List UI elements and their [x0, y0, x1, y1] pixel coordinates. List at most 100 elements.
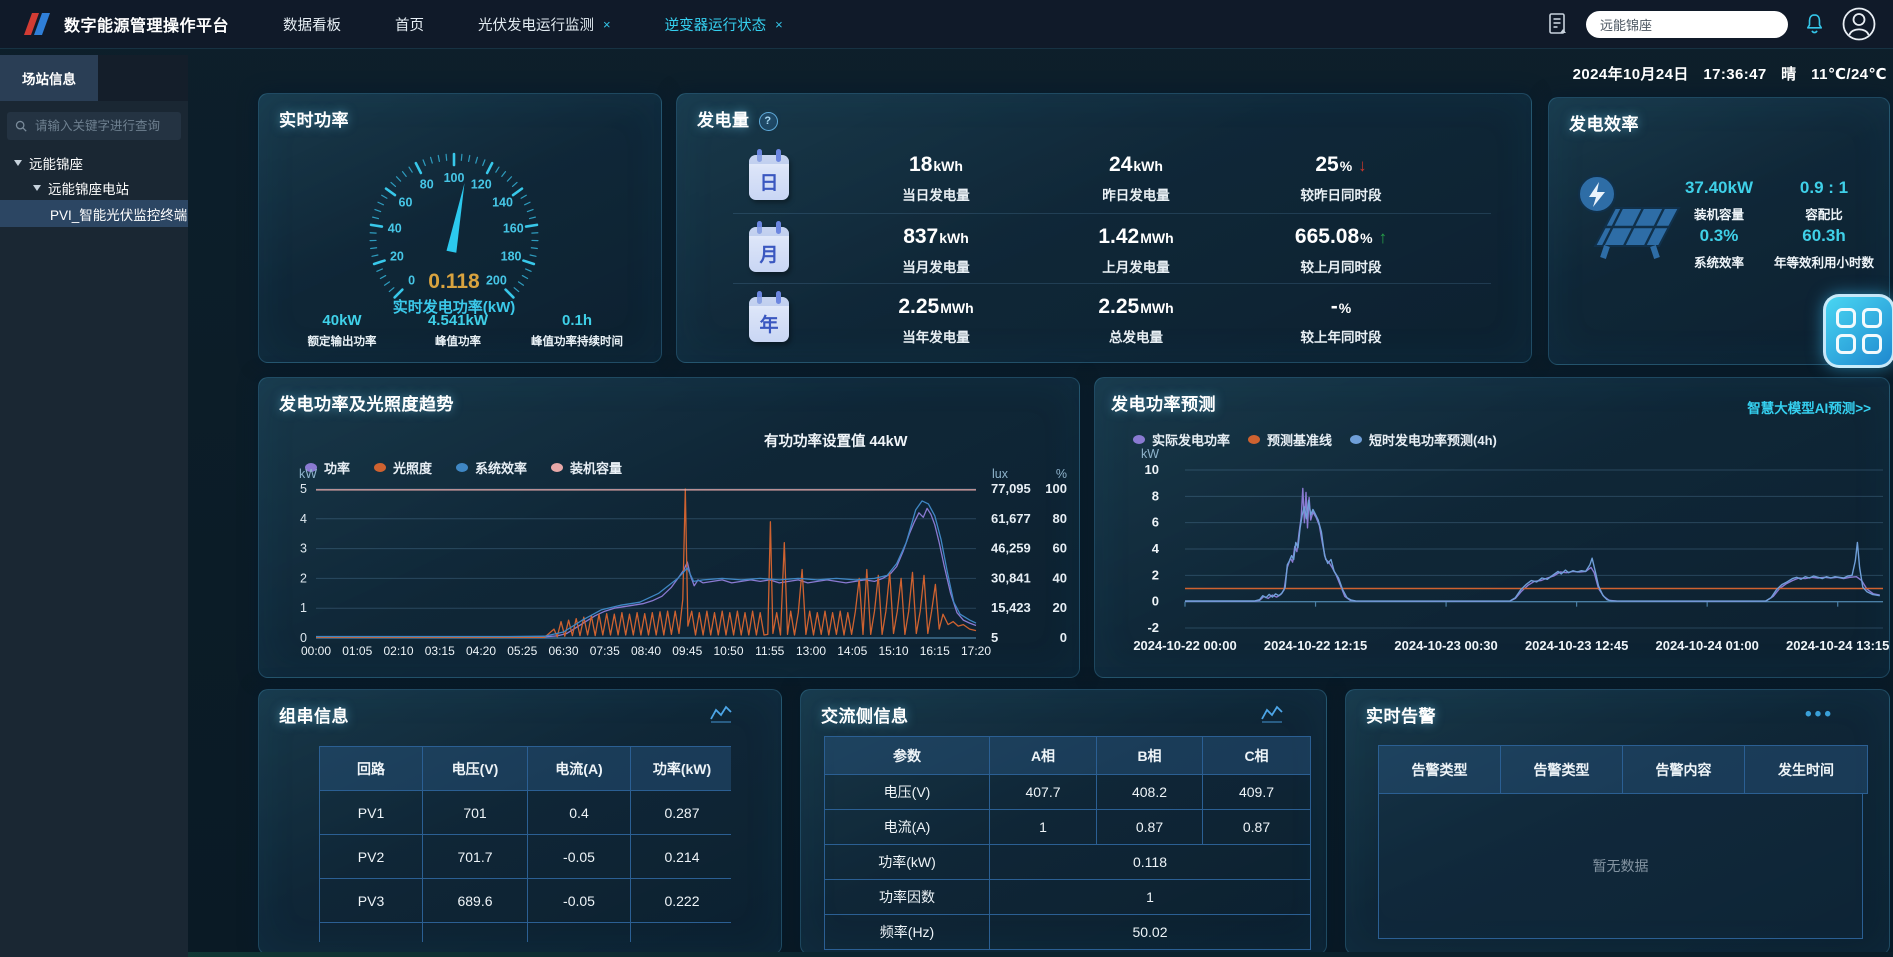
bell-icon[interactable] — [1803, 12, 1826, 37]
svg-text:100: 100 — [444, 171, 465, 185]
sidebar-search — [7, 112, 181, 140]
gauge-value: 0.118 — [369, 270, 539, 294]
svg-text:8: 8 — [1152, 488, 1159, 503]
tab-inverter-status-label: 逆变器运行状态 — [665, 14, 767, 35]
station-tree: 远能锦座 远能锦座电站 PVI_智能光伏监控终端 — [0, 150, 188, 227]
help-icon[interactable]: ? — [759, 112, 778, 131]
cell: 407.7 — [990, 775, 1097, 810]
line-chart-icon[interactable] — [1260, 703, 1284, 728]
more-options-icon[interactable]: ••• — [1805, 704, 1834, 726]
app-grid-button[interactable] — [1823, 294, 1893, 368]
gen-unit: MWh — [940, 300, 973, 316]
stat-value: 60.3h — [1749, 226, 1890, 246]
grid-square-icon — [1836, 308, 1856, 328]
line-chart-icon[interactable] — [709, 703, 733, 728]
string-table-wrap: 回路 电压(V) 电流(A) 功率(kW) PV17010.40.287 PV2… — [319, 746, 731, 942]
sidebar-tab-station-info[interactable]: 场站信息 — [0, 55, 98, 101]
tree-node-plant[interactable]: 远能锦座电站 — [0, 175, 188, 200]
stat-value: 0.1h — [502, 312, 652, 329]
panel-title: 交流侧信息 — [821, 702, 909, 727]
user-avatar[interactable] — [1841, 6, 1877, 42]
svg-text:20: 20 — [1053, 600, 1067, 615]
ac-table: 参数 A相 B相 C相 电压(V)407.7408.2409.7 电流(A)10… — [824, 736, 1311, 950]
grid-square-icon — [1862, 334, 1882, 354]
search-icon — [15, 119, 27, 133]
sidebar-search-input[interactable] — [33, 118, 173, 134]
svg-text:80: 80 — [420, 178, 434, 192]
svg-text:40: 40 — [1053, 570, 1067, 585]
svg-text:20: 20 — [390, 250, 404, 264]
svg-text:03:15: 03:15 — [425, 644, 455, 658]
gen-value: 1.42 — [1098, 225, 1139, 248]
trend-down-arrow: ↓ — [1358, 156, 1367, 175]
tab-close-icon[interactable]: × — [775, 17, 783, 32]
svg-text:60: 60 — [399, 196, 413, 210]
table-row: 功率因数1 — [825, 880, 1311, 915]
gen-unit: MWh — [1140, 230, 1173, 246]
cell: 689.6 — [423, 879, 528, 923]
app-logo-icon — [20, 10, 54, 38]
svg-text:4: 4 — [1152, 541, 1160, 556]
alarm-table-header: 告警类型 告警类型 告警内容 发生时间 — [1378, 745, 1868, 794]
tab-inverter-status[interactable]: 逆变器运行状态 × — [665, 14, 783, 35]
svg-text:15:10: 15:10 — [878, 644, 908, 658]
svg-text:16:15: 16:15 — [920, 644, 950, 658]
tree-node-station-group[interactable]: 远能锦座 — [0, 150, 188, 175]
panel-title: 发电量? — [697, 106, 778, 131]
tree-node-label: 远能锦座 — [29, 153, 83, 173]
svg-text:77,095: 77,095 — [991, 481, 1031, 496]
cell: 0.4 — [528, 791, 631, 835]
cell — [320, 923, 423, 943]
cell: 701 — [423, 791, 528, 835]
cell: 0.87 — [1203, 810, 1311, 845]
sidebar-tabs: 场站信息 — [0, 55, 188, 101]
tree-node-pv-terminal[interactable]: PVI_智能光伏监控终端 — [0, 200, 188, 227]
panel-ac-side-info: 交流侧信息 参数 A相 B相 C相 电压(V)407.7408.2409.7 电… — [800, 689, 1327, 955]
tab-pv-monitoring[interactable]: 光伏发电运行监测 × — [478, 14, 611, 35]
svg-text:160: 160 — [503, 222, 524, 236]
forecast-chart: 1086420-2kW2024-10-22 00:002024-10-22 12… — [1095, 378, 1889, 677]
gen-value: 24 — [1109, 153, 1132, 176]
panel-power-irradiance-trend: 发电功率及光照度趋势 有功功率设置值 44kW 功率光照度系统效率装机容量 57… — [258, 377, 1080, 678]
menu-home[interactable]: 首页 — [395, 14, 424, 35]
app-title: 数字能源管理操作平台 — [64, 12, 229, 36]
svg-text:07:35: 07:35 — [590, 644, 620, 658]
table-row: 电流(A)10.870.87 — [825, 810, 1311, 845]
svg-text:5: 5 — [991, 630, 998, 645]
col-header: C相 — [1203, 737, 1311, 775]
gen-value: 2.25 — [1098, 295, 1139, 318]
cell: 0.287 — [631, 791, 732, 835]
grid-square-icon — [1862, 308, 1882, 328]
menu-data-board[interactable]: 数据看板 — [283, 14, 341, 35]
calendar-day-icon: 日 — [749, 155, 789, 200]
svg-text:2024-10-24 01:00: 2024-10-24 01:00 — [1655, 638, 1758, 653]
status-temp: 11℃/24℃ — [1811, 66, 1887, 83]
gen-unit: kWh — [1133, 158, 1163, 174]
svg-text:0: 0 — [300, 631, 307, 645]
grid-square-icon — [1836, 334, 1856, 354]
svg-text:0: 0 — [1152, 594, 1159, 609]
col-header: 回路 — [320, 747, 423, 791]
cell: 功率因数 — [825, 880, 990, 915]
cell: 电流(A) — [825, 810, 990, 845]
svg-text:2: 2 — [300, 571, 307, 585]
row-divider — [733, 213, 1491, 214]
cell: 频率(Hz) — [825, 915, 990, 950]
cell: 1 — [990, 880, 1311, 915]
svg-text:17:20: 17:20 — [961, 644, 991, 658]
cell: 0.222 — [631, 879, 732, 923]
svg-text:2024-10-23 00:30: 2024-10-23 00:30 — [1394, 638, 1497, 653]
report-doc-icon[interactable] — [1546, 11, 1571, 38]
cell: 功率(kW) — [825, 845, 990, 880]
svg-text:5: 5 — [300, 482, 307, 496]
gen-value: 18 — [909, 153, 932, 176]
sidebar: 场站信息 远能锦座 远能锦座电站 PVI_智能光伏监控终端 — [0, 55, 188, 957]
svg-text:09:45: 09:45 — [672, 644, 702, 658]
cell: -0.05 — [528, 835, 631, 879]
panel-string-info: 组串信息 回路 电压(V) 电流(A) 功率(kW) PV17010.40.28… — [258, 689, 782, 955]
station-search-input[interactable] — [1598, 16, 1776, 33]
tab-close-icon[interactable]: × — [603, 17, 611, 32]
col-header: 参数 — [825, 737, 990, 775]
svg-text:3: 3 — [300, 542, 307, 556]
panel-power-forecast: 发电功率预测 智慧大模型AI预测>> 实际发电功率预测基准线短时发电功率预测(4… — [1094, 377, 1890, 678]
